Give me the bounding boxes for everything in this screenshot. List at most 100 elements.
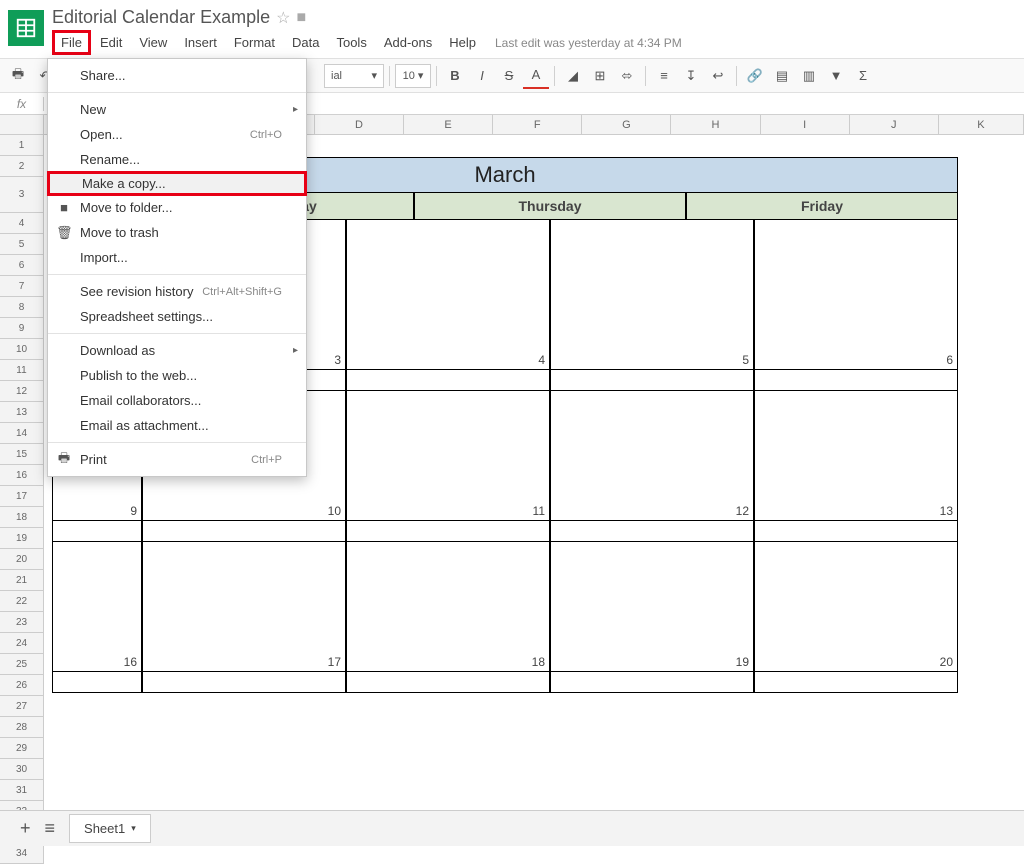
text-color-icon[interactable]: A <box>523 63 549 89</box>
menu-insert[interactable]: Insert <box>176 31 225 54</box>
menu-move-folder[interactable]: ■Move to folder... <box>48 195 306 220</box>
link-icon[interactable]: 🔗 <box>742 63 768 89</box>
row-header[interactable]: 26 <box>0 675 44 696</box>
calendar-cell[interactable] <box>52 672 142 693</box>
row-header[interactable]: 30 <box>0 759 44 780</box>
row-header[interactable]: 4 <box>0 213 44 234</box>
row-header[interactable]: 3 <box>0 177 44 213</box>
row-header[interactable]: 22 <box>0 591 44 612</box>
calendar-cell[interactable]: 5 <box>550 220 754 370</box>
calendar-cell[interactable] <box>346 370 550 391</box>
align-v-icon[interactable]: ↧ <box>678 63 704 89</box>
calendar-cell[interactable]: 11 <box>346 391 550 521</box>
menu-download[interactable]: Download as▸ <box>48 338 306 363</box>
calendar-cell[interactable] <box>754 370 958 391</box>
calendar-cell[interactable]: 20 <box>754 542 958 672</box>
bold-icon[interactable]: B <box>442 63 468 89</box>
col-j[interactable]: J <box>850 115 939 134</box>
menu-publish[interactable]: Publish to the web... <box>48 363 306 388</box>
menu-share[interactable]: Share... <box>48 63 306 88</box>
row-header[interactable]: 31 <box>0 780 44 801</box>
calendar-cell[interactable] <box>346 672 550 693</box>
row-header[interactable]: 28 <box>0 717 44 738</box>
menu-view[interactable]: View <box>131 31 175 54</box>
row-header[interactable]: 7 <box>0 276 44 297</box>
row-header[interactable]: 20 <box>0 549 44 570</box>
filter-icon[interactable]: ▼ <box>823 63 849 89</box>
menu-email-attach[interactable]: Email as attachment... <box>48 413 306 438</box>
row-header[interactable]: 15 <box>0 444 44 465</box>
row-header[interactable]: 5 <box>0 234 44 255</box>
borders-icon[interactable]: ⊞ <box>587 63 613 89</box>
calendar-cell[interactable] <box>142 672 346 693</box>
italic-icon[interactable]: I <box>469 63 495 89</box>
row-header[interactable]: 9 <box>0 318 44 339</box>
row-header[interactable]: 19 <box>0 528 44 549</box>
col-e[interactable]: E <box>404 115 493 134</box>
folder-icon[interactable]: ■ <box>296 9 306 27</box>
row-header[interactable]: 13 <box>0 402 44 423</box>
col-i[interactable]: I <box>761 115 850 134</box>
calendar-cell[interactable] <box>550 370 754 391</box>
calendar-cell[interactable] <box>550 521 754 542</box>
menu-email-collab[interactable]: Email collaborators... <box>48 388 306 413</box>
all-sheets-button[interactable]: ≡ <box>45 818 56 839</box>
star-icon[interactable]: ☆ <box>276 8 290 28</box>
row-header[interactable]: 6 <box>0 255 44 276</box>
menu-revision[interactable]: See revision historyCtrl+Alt+Shift+G <box>48 279 306 304</box>
col-k[interactable]: K <box>939 115 1024 134</box>
font-size-select[interactable]: 10 ▾ <box>395 64 431 88</box>
strikethrough-icon[interactable]: S <box>496 63 522 89</box>
row-header[interactable]: 27 <box>0 696 44 717</box>
font-select[interactable]: ial▾ <box>324 64 384 88</box>
row-header[interactable]: 14 <box>0 423 44 444</box>
row-header[interactable]: 23 <box>0 612 44 633</box>
row-header[interactable]: 34 <box>0 843 44 864</box>
calendar-cell[interactable] <box>52 521 142 542</box>
menu-tools[interactable]: Tools <box>328 31 374 54</box>
last-edit-text[interactable]: Last edit was yesterday at 4:34 PM <box>495 36 682 50</box>
calendar-cell[interactable]: 16 <box>52 542 142 672</box>
row-header[interactable]: 21 <box>0 570 44 591</box>
menu-file[interactable]: File <box>52 30 91 55</box>
menu-make-copy[interactable]: Make a copy... <box>47 171 307 196</box>
calendar-cell[interactable] <box>142 521 346 542</box>
col-g[interactable]: G <box>582 115 671 134</box>
menu-move-trash[interactable]: 🗑Move to trash <box>48 220 306 245</box>
row-header[interactable]: 11 <box>0 360 44 381</box>
calendar-cell[interactable]: 19 <box>550 542 754 672</box>
chart-icon[interactable]: ▥ <box>796 63 822 89</box>
row-header[interactable]: 8 <box>0 297 44 318</box>
sheets-logo[interactable] <box>8 10 44 46</box>
row-header[interactable]: 17 <box>0 486 44 507</box>
wrap-icon[interactable]: ↩ <box>705 63 731 89</box>
select-all-corner[interactable] <box>0 115 44 134</box>
align-h-icon[interactable]: ≡ <box>651 63 677 89</box>
menu-rename[interactable]: Rename... <box>48 147 306 172</box>
menu-new[interactable]: New▸ <box>48 97 306 122</box>
calendar-cell[interactable]: 18 <box>346 542 550 672</box>
add-sheet-button[interactable]: + <box>20 818 31 839</box>
tab-sheet1[interactable]: Sheet1▾ <box>69 814 151 843</box>
calendar-cell[interactable] <box>754 521 958 542</box>
row-header[interactable]: 1 <box>0 135 44 156</box>
menu-open[interactable]: Open...Ctrl+O <box>48 122 306 147</box>
menu-data[interactable]: Data <box>284 31 327 54</box>
menu-print[interactable]: 🖶PrintCtrl+P <box>48 447 306 472</box>
menu-settings[interactable]: Spreadsheet settings... <box>48 304 306 329</box>
calendar-cell[interactable] <box>550 672 754 693</box>
row-header[interactable]: 2 <box>0 156 44 177</box>
col-d[interactable]: D <box>315 115 404 134</box>
row-header[interactable]: 18 <box>0 507 44 528</box>
row-header[interactable]: 29 <box>0 738 44 759</box>
menu-help[interactable]: Help <box>441 31 484 54</box>
col-f[interactable]: F <box>493 115 582 134</box>
menu-addons[interactable]: Add-ons <box>376 31 440 54</box>
menu-format[interactable]: Format <box>226 31 283 54</box>
calendar-cell[interactable]: 4 <box>346 220 550 370</box>
comment-icon[interactable]: ▤ <box>769 63 795 89</box>
row-header[interactable]: 12 <box>0 381 44 402</box>
calendar-cell[interactable] <box>754 672 958 693</box>
document-title[interactable]: Editorial Calendar Example <box>52 7 270 28</box>
row-header[interactable]: 16 <box>0 465 44 486</box>
